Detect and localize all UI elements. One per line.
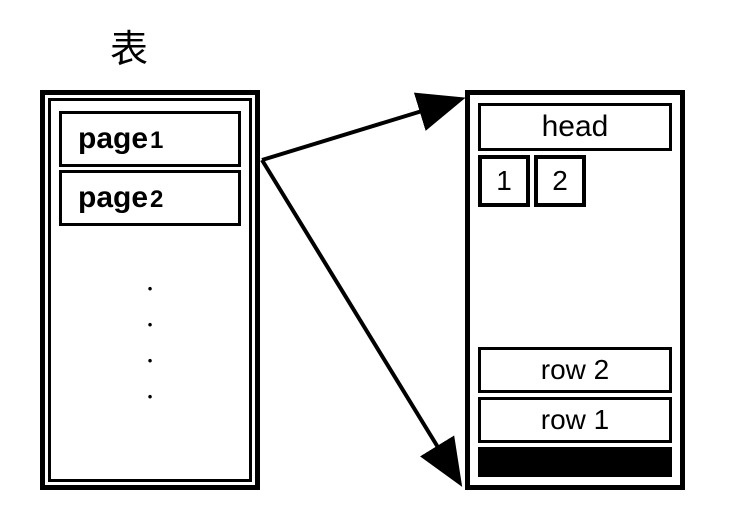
page-cell-1: page1: [59, 111, 241, 167]
page-detail-container: head 1 2 row 2 row 1: [465, 90, 685, 490]
page-cell-1-label: page1: [78, 122, 163, 156]
table-container-outer: page1 page2 ····: [40, 90, 260, 490]
arrow-bottom: [262, 160, 458, 480]
footer-bar: [478, 447, 672, 477]
row-cell-2: row 2: [478, 347, 672, 393]
slot-box-2: 2: [534, 155, 586, 207]
arrow-top: [262, 100, 458, 160]
table-container-inner: page1 page2 ····: [48, 98, 252, 482]
slot-box-1: 1: [478, 155, 530, 207]
ellipsis-icon: ····: [51, 271, 249, 415]
page-cell-2: page2: [59, 170, 241, 226]
head-cell: head: [478, 103, 672, 151]
page-cell-2-label: page2: [78, 181, 163, 215]
diagram-title: 表: [110, 18, 148, 73]
row-cell-1: row 1: [478, 397, 672, 443]
